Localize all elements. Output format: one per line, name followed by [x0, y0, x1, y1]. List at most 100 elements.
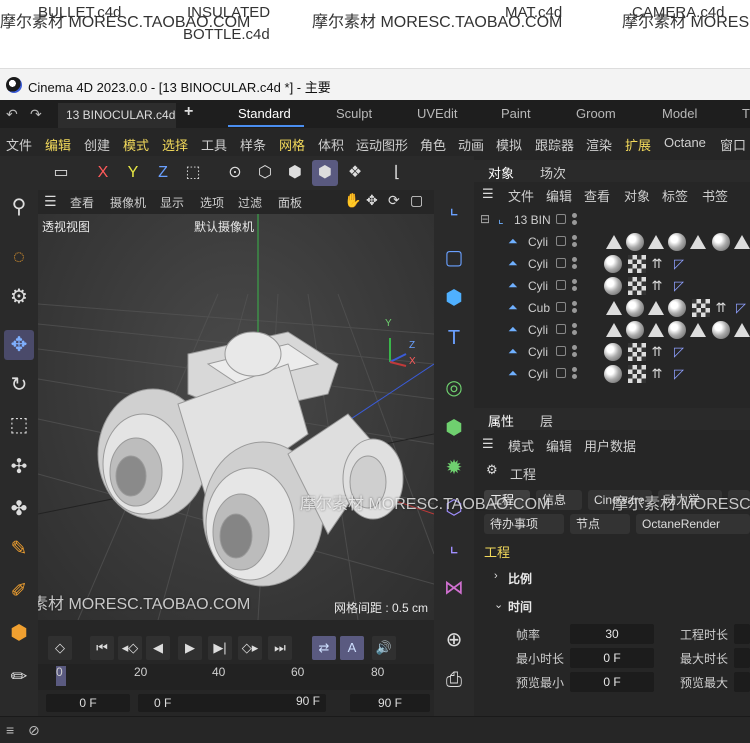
subsection-time[interactable]: 时间	[508, 598, 532, 615]
normal-tag-icon[interactable]: ⇈	[712, 299, 730, 317]
live-select-icon[interactable]: ◌	[4, 242, 34, 272]
effector-icon[interactable]: ✹	[438, 452, 470, 484]
attr-menu-userdata[interactable]: 用户数据	[584, 436, 636, 455]
normal-tag-icon[interactable]: ⇈	[648, 343, 666, 361]
layout-tab-model[interactable]: Model	[662, 106, 697, 121]
viewport-menu-filter[interactable]: 过滤	[238, 194, 262, 211]
obj-menu-view[interactable]: 查看	[584, 186, 610, 205]
render-dots[interactable]	[572, 367, 578, 381]
menu-select[interactable]: 选择	[162, 135, 188, 154]
viewport-menu-display[interactable]: 显示	[160, 194, 184, 211]
phong-tag-icon[interactable]	[734, 323, 750, 337]
coordinate-system-icon[interactable]: ⬚	[180, 160, 206, 186]
attr-menu-edit[interactable]: 编辑	[546, 436, 572, 455]
preview-min-field[interactable]: 0 F	[570, 672, 654, 692]
obj-menu-edit[interactable]: 编辑	[546, 186, 572, 205]
phong-tag-icon[interactable]	[648, 235, 664, 249]
obj-menu-tags[interactable]: 标签	[662, 186, 688, 205]
menu-simulate[interactable]: 模拟	[496, 135, 522, 154]
tweak-icon[interactable]: ⚙	[4, 282, 34, 312]
bend-icon[interactable]: ⌞	[438, 530, 470, 562]
layout-tab-sculpt[interactable]: Sculpt	[336, 106, 372, 121]
visibility-toggle[interactable]	[556, 324, 566, 334]
material-tag-icon[interactable]	[626, 233, 644, 251]
frame-start-field[interactable]: 0 F	[46, 694, 130, 712]
fracture-icon[interactable]: ⬢	[438, 412, 470, 444]
menu-spline[interactable]: 样条	[240, 135, 266, 154]
layout-tab-uvedit[interactable]: UVEdit	[417, 106, 457, 121]
timeline-ruler[interactable]: 0 20 40 60 80	[38, 664, 434, 690]
next-frame-icon[interactable]: ▶|	[208, 636, 232, 660]
search-icon[interactable]: ⚲	[4, 192, 34, 222]
project-length-field[interactable]	[734, 624, 750, 644]
attr-menu-mode[interactable]: 模式	[508, 436, 534, 455]
menu-create[interactable]: 创建	[84, 135, 110, 154]
layout-tab-groom[interactable]: Groom	[576, 106, 616, 121]
material-tag-icon[interactable]	[668, 299, 686, 317]
menu-character[interactable]: 角色	[420, 135, 446, 154]
normal-tag-icon[interactable]: ⇈	[648, 255, 666, 273]
keyframe-icon[interactable]: ◇	[48, 636, 72, 660]
viewport-menu-view[interactable]: 查看	[70, 194, 94, 211]
menu-mograph[interactable]: 运动图形	[356, 135, 408, 154]
auto-key-icon[interactable]: A	[340, 636, 364, 660]
uvw-tag-icon[interactable]	[692, 299, 710, 317]
document-tab[interactable]: 13 BINOCULAR.c4d	[58, 103, 176, 128]
obj-menu-file[interactable]: 文件	[508, 186, 534, 205]
cloner-icon[interactable]: ◎	[438, 372, 470, 404]
menu-mesh[interactable]: 网格	[279, 135, 305, 154]
sound-icon[interactable]: 🔊	[372, 636, 396, 660]
object-row[interactable]: ⏶ Cyli ⇈ ◸	[474, 276, 750, 297]
material-tag-icon[interactable]	[626, 321, 644, 339]
subsection-scale[interactable]: 比例	[508, 570, 532, 587]
menu-octane[interactable]: Octane	[664, 135, 706, 150]
points-mode-icon[interactable]: ⊙	[222, 160, 248, 186]
menu-mode[interactable]: 模式	[123, 135, 149, 154]
phong-tag-icon[interactable]	[606, 323, 622, 337]
phong-tag-icon[interactable]	[690, 235, 706, 249]
pill-nodes[interactable]: 节点	[570, 514, 630, 534]
menu-tools[interactable]: 工具	[201, 135, 227, 154]
selection-tag-icon[interactable]: ◸	[670, 277, 688, 295]
menu-file[interactable]: 文件	[6, 135, 32, 154]
selection-tag-icon[interactable]: ◸	[732, 299, 750, 317]
object-row[interactable]: ⏶ Cyli	[474, 320, 750, 341]
min-length-field[interactable]: 0 F	[570, 648, 654, 668]
menu-edit[interactable]: 编辑	[45, 135, 71, 154]
sketch-icon[interactable]: ✐	[4, 576, 34, 606]
axis-x-toggle[interactable]: X	[90, 160, 116, 186]
scale-tool-icon[interactable]: ⬚	[4, 410, 34, 440]
selection-tag-icon[interactable]: ◸	[670, 343, 688, 361]
spline-pen-icon[interactable]: ✎	[4, 534, 34, 564]
new-document-button[interactable]: +	[184, 103, 193, 121]
menu-extensions[interactable]: 扩展	[625, 135, 651, 154]
visibility-toggle[interactable]	[556, 280, 566, 290]
material-tag-icon[interactable]	[604, 365, 622, 383]
visibility-toggle[interactable]	[556, 302, 566, 312]
object-row[interactable]: ⏶ Cyli ⇈ ◸	[474, 342, 750, 363]
viewport-camera-label[interactable]: 默认摄像机	[194, 218, 254, 235]
hamburger-menu-icon[interactable]: ☰	[482, 186, 494, 202]
chevron-right-icon[interactable]: ›	[494, 570, 498, 582]
material-tag-icon[interactable]	[712, 321, 730, 339]
render-dots[interactable]	[572, 301, 578, 315]
polygons-mode-icon[interactable]: ⬢	[282, 160, 308, 186]
next-key-icon[interactable]: ◇▸	[238, 636, 262, 660]
layout-tab-paint[interactable]: Paint	[501, 106, 531, 121]
prev-key-icon[interactable]: ◂◇	[118, 636, 142, 660]
cube-object-icon[interactable]: ⬢	[438, 282, 470, 314]
redo-icon[interactable]: ↷	[30, 106, 42, 123]
uvw-tag-icon[interactable]	[628, 343, 646, 361]
object-row[interactable]: ⏶ Cyli	[474, 232, 750, 253]
uv-mode-icon[interactable]: ❖	[342, 160, 368, 186]
render-dots[interactable]	[572, 257, 578, 271]
menu-render[interactable]: 渲染	[586, 135, 612, 154]
render-dots[interactable]	[572, 235, 578, 249]
phong-tag-icon[interactable]	[690, 323, 706, 337]
phong-tag-icon[interactable]	[606, 235, 622, 249]
uvw-tag-icon[interactable]	[628, 365, 646, 383]
render-view-icon[interactable]: ▭	[48, 160, 74, 186]
cube-primitive-icon[interactable]: ▢	[438, 242, 470, 274]
tab-attributes[interactable]: 属性	[488, 411, 514, 430]
transform-tool-icon[interactable]: ✣	[4, 452, 34, 482]
